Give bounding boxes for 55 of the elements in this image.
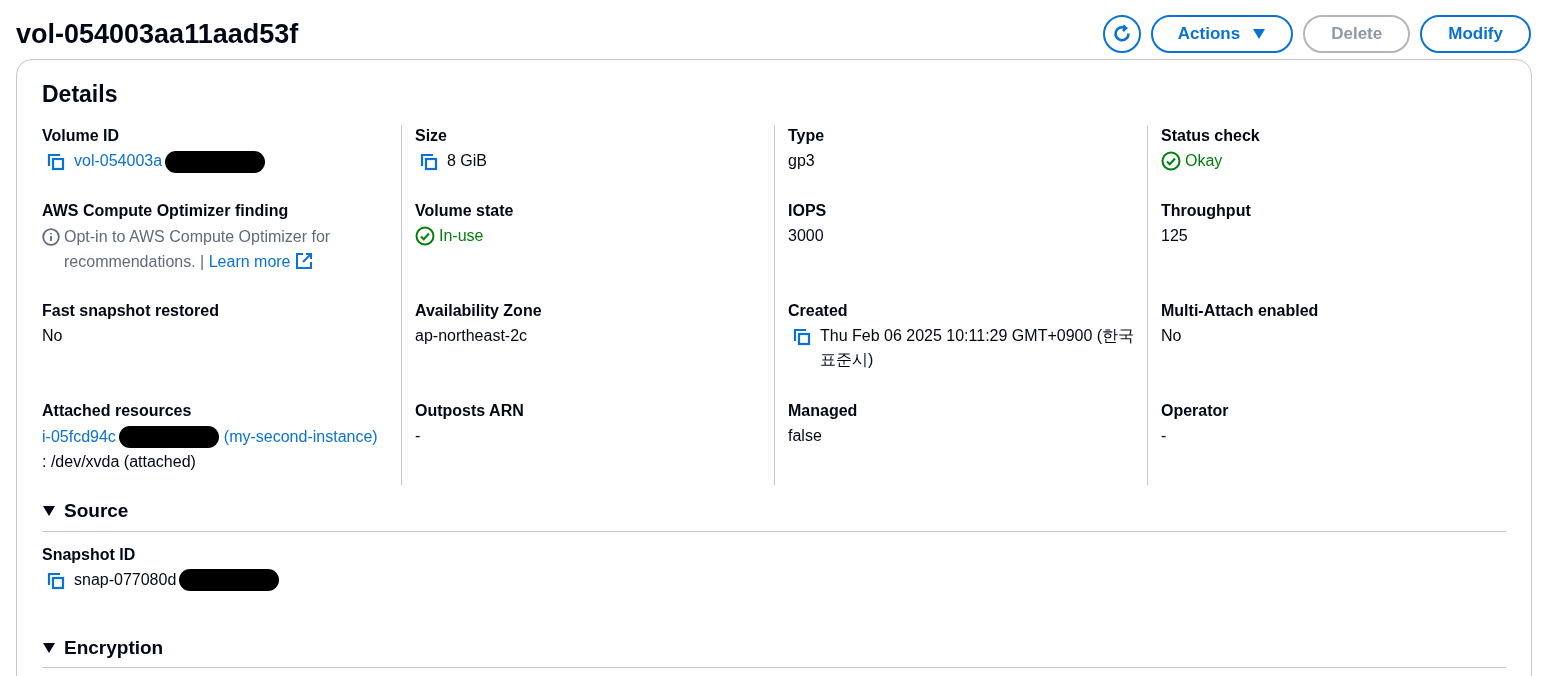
field-value: gp3 <box>788 151 816 171</box>
field-value: No <box>42 326 64 346</box>
instance-link[interactable]: i-05fcd94c <box>42 424 116 449</box>
field-value: 3000 <box>788 226 825 246</box>
check-circle-icon <box>415 226 435 246</box>
field-value: false <box>788 426 823 446</box>
field-label: Type <box>788 126 826 146</box>
field-value: 125 <box>1161 226 1189 246</box>
field-label: Multi-Attach enabled <box>1161 301 1320 321</box>
instance-name-link[interactable]: (my-second-instance) <box>223 424 378 449</box>
copy-icon[interactable] <box>419 152 439 172</box>
field-label: Volume state <box>415 201 515 221</box>
field-label: Managed <box>788 401 859 421</box>
field-label: Fast snapshot restored <box>42 301 220 321</box>
card-heading: Details <box>42 80 119 108</box>
status-text: Okay <box>1185 151 1223 171</box>
field-value: - <box>1161 426 1168 446</box>
field-value: ap-northeast-2c <box>415 326 529 346</box>
info-text: Opt-in to AWS Compute Optimizer for recommendations. | Learn more <box>64 227 332 272</box>
learn-more-link[interactable]: Learn more <box>208 253 291 270</box>
expand-caret-icon[interactable] <box>42 641 56 654</box>
section-heading[interactable]: Encryption <box>64 633 164 662</box>
section-heading[interactable]: Source <box>64 497 129 526</box>
field-value: 8 GiB <box>447 152 487 169</box>
field-label: Status check <box>1161 126 1261 146</box>
check-circle-icon <box>1161 151 1181 171</box>
field-value: snap-077080d <box>74 570 177 588</box>
field-label: IOPS <box>788 201 828 221</box>
field-label: Created <box>788 301 849 321</box>
status-text: In-use <box>439 226 484 246</box>
field-label: AWS Compute Optimizer finding <box>42 201 290 221</box>
action-button[interactable]: Modify <box>1420 15 1531 53</box>
field-label: Snapshot ID <box>42 544 137 565</box>
field-value: Thu Feb 06 2025 10:11:29 GMT+0900 (한국 표준시) <box>820 327 1135 368</box>
device-text: : /dev/xvda (attached) <box>42 452 197 472</box>
expand-caret-icon[interactable] <box>42 505 56 518</box>
field-label: Outposts ARN <box>415 401 525 421</box>
field-label: Throughput <box>1161 201 1252 221</box>
volume-link[interactable]: vol-054003a <box>74 152 163 169</box>
page-title: vol-054003aa11aad53f <box>16 20 299 48</box>
copy-icon[interactable] <box>46 152 66 172</box>
field-value: No <box>1161 326 1183 346</box>
field-label: Attached resources <box>42 401 193 421</box>
field-label: Volume ID <box>42 126 121 146</box>
refresh-button[interactable] <box>1102 15 1141 53</box>
caret-icon <box>1252 28 1267 40</box>
actions-dropdown[interactable]: Actions <box>1150 15 1294 53</box>
info-icon <box>42 228 60 246</box>
copy-icon[interactable] <box>792 327 812 347</box>
field-label: Availability Zone <box>415 301 543 321</box>
field-label: Operator <box>1161 401 1230 421</box>
copy-icon[interactable] <box>46 570 66 591</box>
field-value: - <box>415 426 422 446</box>
field-label: Size <box>415 126 448 146</box>
external-link-icon[interactable] <box>294 252 313 270</box>
